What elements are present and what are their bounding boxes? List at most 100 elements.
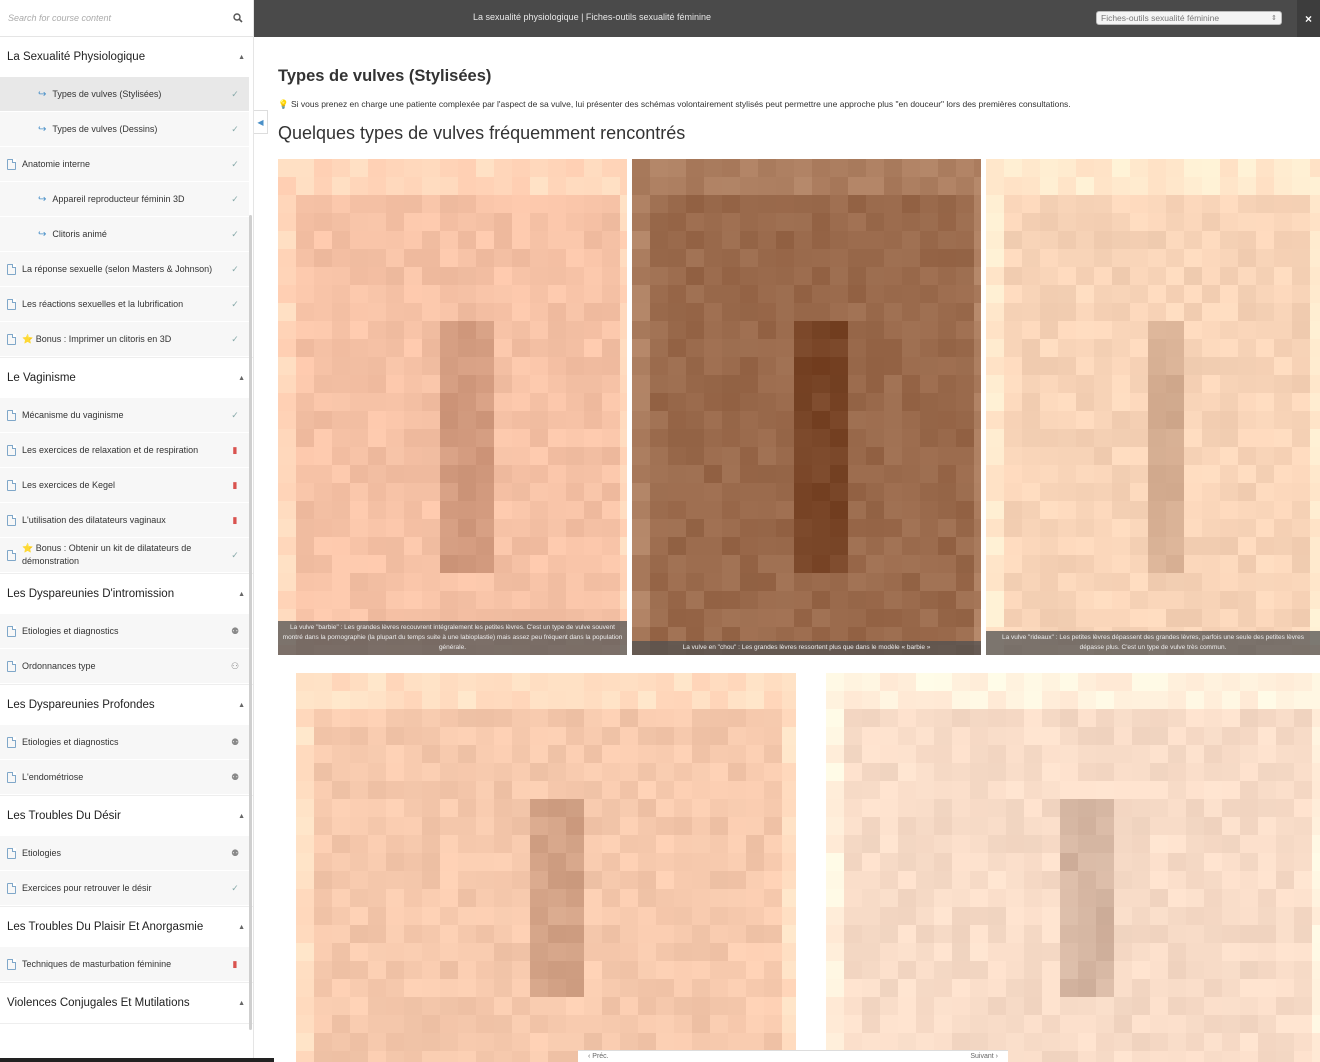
section-header[interactable]: Les Troubles Du Désir ▲: [0, 796, 253, 836]
caret-up-icon: ▲: [238, 53, 245, 61]
sidebar-lesson[interactable]: Anatomie interne ✓: [0, 147, 249, 182]
document-icon: [7, 882, 16, 894]
figure-2[interactable]: La vulve en "chou" : Les grandes lèvres …: [632, 159, 981, 655]
lesson-label: Les exercices de Kegel: [22, 479, 116, 490]
sidebar-sections: La Sexualité Physiologique ▲ ↪ Types de vul…: [0, 37, 253, 1024]
section-title: Les Troubles Du Plaisir Et Anorgasmie: [7, 921, 204, 933]
sidebar-section: Les Troubles Du Plaisir Et Anorgasmie ▲ Te…: [0, 907, 253, 983]
lesson-label: ⭐ Bonus : Obtenir un kit de dilatateurs …: [22, 543, 192, 566]
section-header[interactable]: La Sexualité Physiologique ▲: [0, 37, 253, 77]
sidebar-section: Violences Conjugales Et Mutilations ▲: [0, 983, 253, 1024]
check-icon: ✓: [231, 409, 239, 420]
sidebar-lesson[interactable]: ⭐ Bonus : Obtenir un kit de dilatateurs …: [0, 538, 249, 573]
lesson-label: ⭐ Bonus : Imprimer un clitoris en 3D: [22, 333, 172, 344]
section-title: La Sexualité Physiologique: [7, 51, 146, 63]
search-icon[interactable]: [231, 11, 245, 25]
figure-5[interactable]: [826, 673, 1320, 1062]
sidebar-lesson[interactable]: Techniques de masturbation féminine ▮: [0, 947, 249, 982]
check-icon: ✓: [231, 298, 239, 309]
sidebar-lesson[interactable]: La réponse sexuelle (selon Masters & Joh…: [0, 252, 249, 287]
document-icon: [7, 736, 16, 748]
section-header[interactable]: Les Dyspareunies D'intromission ▲: [0, 574, 253, 614]
lesson-label: Ordonnances type: [22, 660, 96, 671]
users-icon: ⚇: [230, 660, 240, 671]
document-icon: [7, 660, 16, 672]
sidebar-lesson[interactable]: ↪ Types de vulves (Stylisées) ✓: [0, 77, 249, 112]
sidebar-lesson[interactable]: Ordonnances type ⚇: [0, 649, 249, 684]
search-input[interactable]: [8, 13, 231, 23]
section-header[interactable]: Le Vaginisme ▲: [0, 358, 253, 398]
document-icon: [7, 549, 16, 561]
section-header[interactable]: Violences Conjugales Et Mutilations ▲: [0, 983, 253, 1023]
figure-1-image: [278, 159, 627, 655]
collapse-sidebar-button[interactable]: ◀: [254, 110, 268, 134]
figure-3[interactable]: La vulve "rideaux" : Les petites lèvres …: [986, 159, 1320, 655]
lesson-label: Types de vulves (Stylisées): [52, 88, 162, 99]
lesson-label: Exercices pour retrouver le désir: [22, 882, 152, 893]
sidebar-lesson[interactable]: Les réactions sexuelles et la lubrificat…: [0, 287, 249, 322]
sidebar-lesson[interactable]: ↪ Clitoris animé ✓: [0, 217, 249, 252]
sidebar-lesson[interactable]: Exercices pour retrouver le désir ✓: [0, 871, 249, 906]
caret-up-icon: ▲: [238, 590, 245, 598]
lesson-label: Anatomie interne: [22, 158, 91, 169]
sidebar-section: Les Dyspareunies Profondes ▲ Etiologies et…: [0, 685, 253, 796]
lesson-title: La sexualité physiologique | Fiches-outi…: [473, 12, 711, 22]
figure-1[interactable]: La vulve "barbie" : Les grandes lèvres r…: [278, 159, 627, 655]
caret-up-icon: ▲: [238, 923, 245, 931]
lesson-label: Appareil reproducteur féminin 3D: [52, 193, 185, 204]
section-header[interactable]: Les Troubles Du Plaisir Et Anorgasmie ▲: [0, 907, 253, 947]
check-icon: ✓: [231, 123, 239, 134]
lesson-label: Etiologies et diagnostics: [22, 736, 119, 747]
search-bar: [0, 0, 253, 37]
module-select[interactable]: Fiches-outils sexualité féminine ⇕: [1096, 11, 1282, 25]
sub-arrow-icon: ↪: [38, 228, 47, 240]
sidebar-lesson[interactable]: L'utilisation des dilatateurs vaginaux ▮: [0, 503, 249, 538]
sidebar-lesson[interactable]: Mécanisme du vaginisme ✓: [0, 398, 249, 433]
lesson-label: Etiologies et diagnostics: [22, 625, 119, 636]
figure-4[interactable]: [296, 673, 796, 1062]
section-title: Les Dyspareunies Profondes: [7, 699, 155, 711]
lesson-content: Types de vulves (Stylisées) 💡 Si vous pr…: [278, 37, 1320, 1062]
check-icon: ✓: [231, 158, 239, 169]
check-icon: ✓: [231, 88, 239, 99]
lightbulb-icon: 💡: [278, 99, 289, 109]
check-icon: ✓: [231, 882, 239, 893]
sidebar-scrollbar[interactable]: [249, 215, 252, 1030]
page-title: Types de vulves (Stylisées): [278, 67, 492, 85]
document-icon: [7, 298, 16, 310]
next-button[interactable]: Suivant ›: [970, 1053, 998, 1060]
sidebar-lesson[interactable]: ⭐ Bonus : Imprimer un clitoris en 3D ✓: [0, 322, 249, 357]
close-button[interactable]: ×: [1297, 0, 1320, 37]
user-icon: ⚉: [230, 736, 240, 747]
sidebar-lesson[interactable]: Etiologies et diagnostics ⚉: [0, 725, 249, 760]
document-icon: [7, 514, 16, 526]
tip-body: Si vous prenez en charge une patiente co…: [290, 99, 1071, 109]
chevron-left-icon: ◀: [257, 117, 264, 127]
figure-2-image: [632, 159, 981, 655]
document-icon: [7, 263, 16, 275]
sidebar-lesson[interactable]: L'endométriose ⚉: [0, 760, 249, 795]
sidebar-lesson[interactable]: Les exercices de Kegel ▮: [0, 468, 249, 503]
figure-4-image: [296, 673, 796, 1062]
sub-arrow-icon: ↪: [38, 193, 47, 205]
document-icon: [7, 958, 16, 970]
section-header[interactable]: Les Dyspareunies Profondes ▲: [0, 685, 253, 725]
sidebar-section: Les Troubles Du Désir ▲ Etiologies ⚉ Exercic…: [0, 796, 253, 907]
sidebar-lesson[interactable]: ↪ Types de vulves (Dessins) ✓: [0, 112, 249, 147]
module-select-value: Fiches-outils sexualité féminine: [1101, 13, 1220, 23]
document-icon: [7, 158, 16, 170]
top-bar: La sexualité physiologique | Fiches-outi…: [254, 0, 1320, 37]
sidebar-lesson[interactable]: Etiologies ⚉: [0, 836, 249, 871]
sidebar-lesson[interactable]: Les exercices de relaxation et de respir…: [0, 433, 249, 468]
lesson-label: L'utilisation des dilatateurs vaginaux: [22, 514, 166, 525]
sidebar-section: La Sexualité Physiologique ▲ ↪ Types de vul…: [0, 37, 253, 358]
previous-button[interactable]: ‹ Préc.: [588, 1053, 609, 1060]
figure-3-caption: La vulve "rideaux" : Les petites lèvres …: [986, 631, 1320, 655]
sidebar-lesson[interactable]: Etiologies et diagnostics ⚉: [0, 614, 249, 649]
lesson-label: L'endométriose: [22, 771, 84, 782]
figure-1-caption: La vulve "barbie" : Les grandes lèvres r…: [278, 621, 627, 655]
figure-3-image: [986, 159, 1320, 655]
sidebar-lesson[interactable]: ↪ Appareil reproducteur féminin 3D ✓: [0, 182, 249, 217]
pdf-icon: ▮: [232, 514, 238, 525]
check-icon: ✓: [231, 193, 239, 204]
